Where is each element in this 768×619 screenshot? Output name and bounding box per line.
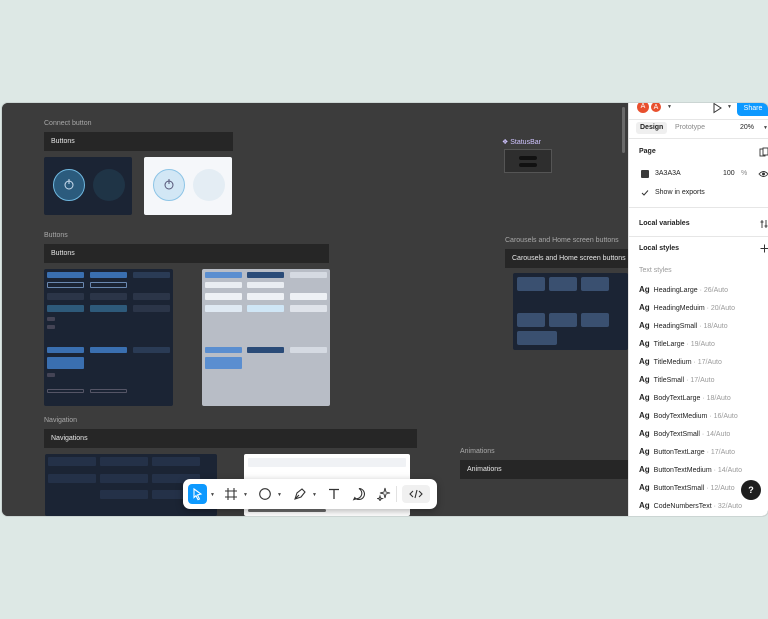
add-style-button[interactable] [760, 244, 768, 253]
properties-panel: A A ▼ ▼ Share Design Prototype 20% ▼ Pag… [628, 103, 768, 516]
horizontal-scrollbar[interactable] [248, 509, 326, 512]
statusbar-component-label[interactable]: ❖ StatusBar [502, 138, 541, 146]
component-icon: ❖ [502, 139, 511, 146]
app-window: Connect button Buttons ❖ StatusBar Butto… [2, 103, 768, 516]
text-style-item[interactable]: Ag ButtonTextSmall · 12/Auto [639, 479, 735, 497]
buttons-dark-frame[interactable] [44, 269, 173, 406]
section-label-carousels[interactable]: Carousels and Home screen buttons [505, 237, 619, 244]
avatar[interactable]: A [637, 103, 649, 113]
connect-button-light-frame[interactable] [144, 157, 232, 215]
power-button-dark-active[interactable] [53, 169, 85, 201]
text-style-item[interactable]: Ag TitleLarge · 19/Auto [639, 335, 715, 353]
local-styles-title: Local styles [639, 245, 680, 252]
frame-tool-button[interactable] [223, 486, 239, 502]
chevron-down-icon[interactable]: ▼ [763, 125, 768, 131]
local-variables-title[interactable]: Local variables [639, 220, 690, 227]
actions-tool-button[interactable] [376, 486, 392, 502]
variables-settings-button[interactable] [759, 219, 768, 229]
section-label-animations[interactable]: Animations [460, 448, 495, 455]
pen-icon [294, 488, 306, 500]
section-label-buttons[interactable]: Buttons [44, 232, 68, 239]
share-button[interactable]: Share [737, 103, 768, 116]
dev-mode-toggle[interactable] [402, 485, 430, 503]
page-color-hex[interactable]: 3A3A3A [655, 170, 681, 177]
power-button-light-active[interactable] [153, 169, 185, 201]
eye-icon [758, 171, 768, 177]
section-bar-carousels[interactable]: Carousels and Home screen buttons [505, 249, 628, 268]
buttons-light-frame[interactable] [202, 269, 330, 406]
cursor-icon [193, 487, 203, 501]
comment-icon [352, 487, 365, 501]
check-icon [641, 190, 649, 196]
section-bar-animations[interactable]: Animations [460, 460, 628, 479]
power-button-dark-idle[interactable] [93, 169, 125, 201]
library-icon [759, 147, 768, 157]
text-styles-label: Text styles [639, 267, 672, 274]
connect-button-dark-frame[interactable] [44, 157, 132, 215]
shape-tool-button[interactable] [257, 486, 273, 502]
section-label-navigation[interactable]: Navigation [44, 417, 77, 424]
text-style-item[interactable]: Ag HeadingSmall · 18/Auto [639, 317, 728, 335]
text-style-item[interactable]: Ag TitleSmall · 17/Auto [639, 371, 715, 389]
show-in-exports-label: Show in exports [655, 189, 705, 196]
page-section-title: Page [639, 148, 656, 155]
chevron-down-icon[interactable]: ▼ [727, 104, 732, 110]
tab-design[interactable]: Design [636, 122, 668, 134]
power-icon [164, 179, 174, 190]
design-canvas[interactable]: Connect button Buttons ❖ StatusBar Butto… [2, 103, 628, 516]
present-button[interactable] [711, 103, 723, 114]
tab-prototype[interactable]: Prototype [675, 122, 705, 134]
page-color-swatch[interactable] [641, 170, 649, 178]
toolbar-divider [396, 486, 397, 502]
carousels-dark-frame[interactable] [513, 273, 628, 350]
page-opacity[interactable]: 100 [723, 170, 735, 177]
text-style-item[interactable]: Ag ButtonTextLarge · 17/Auto [639, 443, 735, 461]
visibility-toggle[interactable] [758, 169, 768, 179]
text-style-item[interactable]: Ag BodyTextMedium · 16/Auto [639, 407, 738, 425]
frame-icon [225, 488, 237, 500]
pen-tool-button[interactable] [292, 486, 308, 502]
power-button-light-idle[interactable] [193, 169, 225, 201]
help-button[interactable]: ? [741, 480, 761, 500]
code-icon [409, 489, 423, 499]
power-icon [64, 179, 74, 190]
text-icon [329, 488, 339, 499]
text-style-item[interactable]: Ag TitleMedium · 17/Auto [639, 353, 722, 371]
section-bar-buttons[interactable]: Buttons [44, 244, 329, 263]
chevron-down-icon[interactable]: ▼ [210, 492, 215, 498]
statusbar-frame[interactable] [504, 149, 552, 173]
avatar[interactable]: A [650, 103, 662, 113]
play-icon [713, 103, 722, 114]
page-options-button[interactable] [759, 147, 768, 157]
section-bar-connect-buttons[interactable]: Buttons [44, 132, 233, 151]
text-style-item[interactable]: Ag ButtonTextMedium · 14/Auto [639, 461, 742, 479]
zoom-level[interactable]: 20% [740, 122, 754, 134]
text-style-item[interactable]: Ag CodeNumbersText · 32/Auto [639, 497, 742, 515]
vertical-scrollbar[interactable] [622, 107, 625, 153]
move-tool-button[interactable] [188, 484, 207, 504]
text-style-item[interactable]: Ag HeadingMeduim · 20/Auto [639, 299, 735, 317]
ellipse-icon [259, 488, 271, 500]
comment-tool-button[interactable] [351, 486, 367, 502]
sliders-icon [760, 220, 768, 228]
text-tool-button[interactable] [326, 486, 342, 502]
show-in-exports-checkbox[interactable] [641, 189, 649, 197]
chevron-down-icon[interactable]: ▼ [667, 104, 672, 110]
text-style-item[interactable]: Ag BodyTextSmall · 14/Auto [639, 425, 730, 443]
chevron-down-icon[interactable]: ▼ [312, 492, 317, 498]
section-bar-navigations[interactable]: Navigations [44, 429, 417, 448]
chevron-down-icon[interactable]: ▼ [243, 492, 248, 498]
sparkle-icon [377, 487, 391, 501]
chevron-down-icon[interactable]: ▼ [277, 492, 282, 498]
opacity-percent-sign: % [741, 170, 748, 177]
bottom-toolbar: ▼ ▼ ▼ ▼ [183, 479, 437, 509]
text-style-item[interactable]: Ag BodyTextLarge · 18/Auto [639, 389, 731, 407]
plus-icon [760, 244, 768, 253]
text-style-item[interactable]: Ag HeadingLarge · 26/Auto [639, 281, 728, 299]
section-label-connect-button[interactable]: Connect button [44, 120, 91, 127]
